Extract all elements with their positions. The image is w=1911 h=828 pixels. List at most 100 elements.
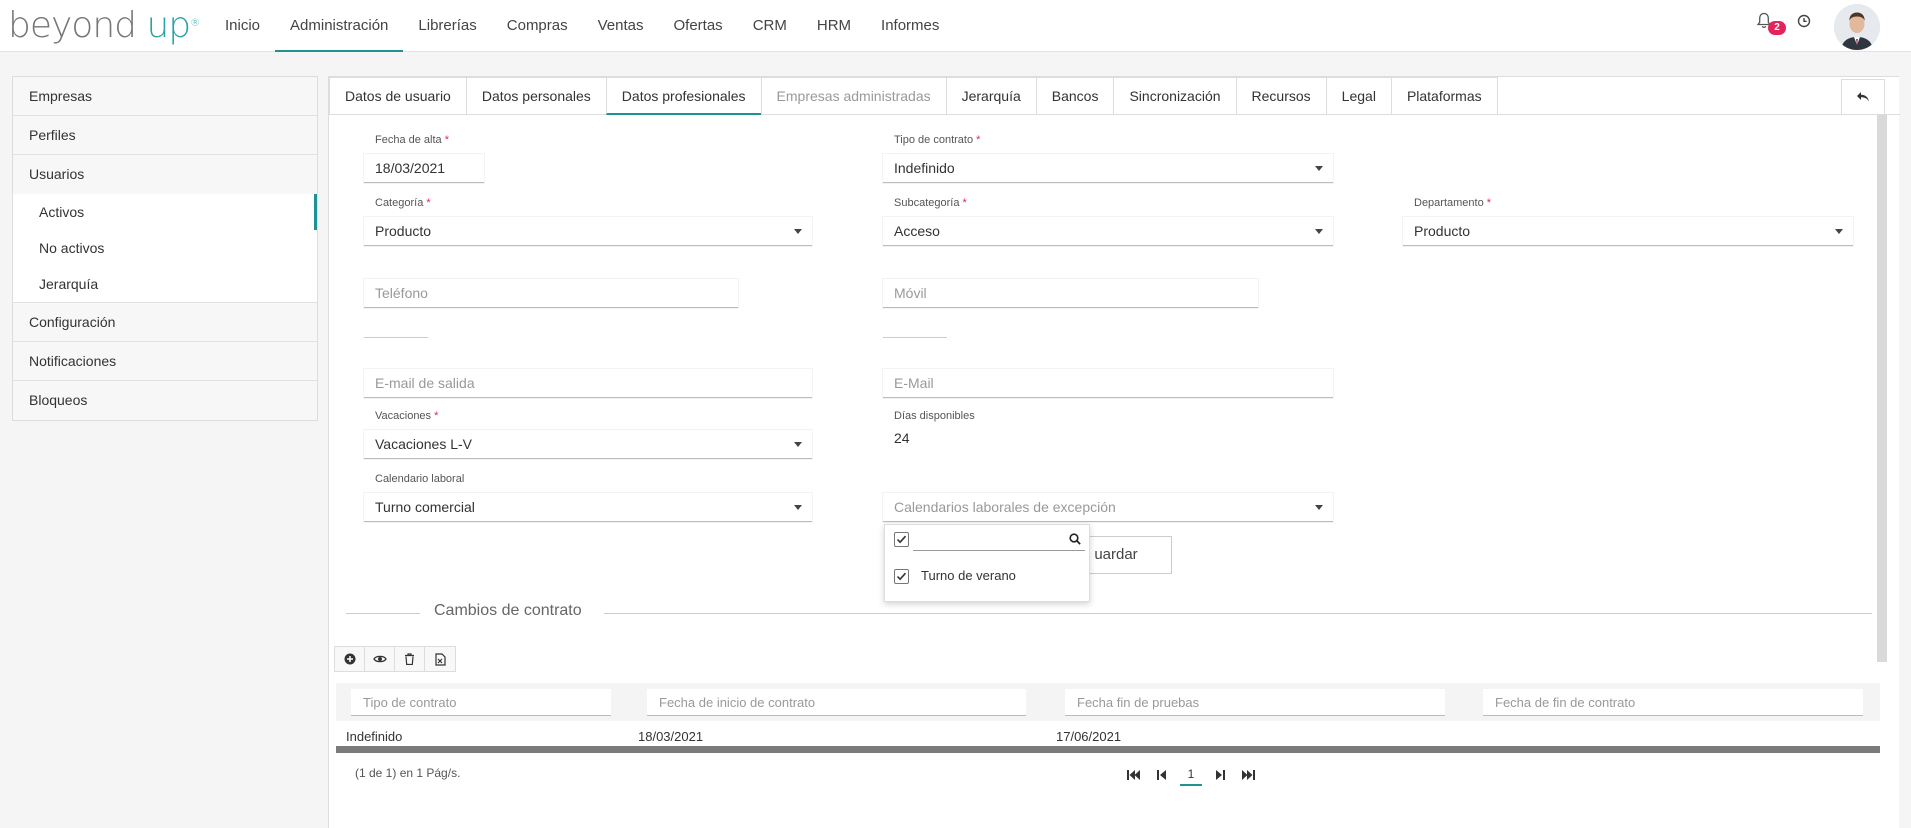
scrollbar[interactable] bbox=[1877, 115, 1887, 662]
export-excel-button[interactable] bbox=[425, 647, 455, 671]
sidebar-item-no-activos[interactable]: No activos bbox=[13, 230, 317, 266]
pagination-info: (1 de 1) en 1 Pág/s. bbox=[355, 766, 461, 780]
vacaciones-value: Vacaciones L-V bbox=[375, 436, 473, 452]
clock-icon[interactable] bbox=[1797, 14, 1811, 28]
dropdown-search-input[interactable] bbox=[913, 529, 1085, 551]
reply-icon bbox=[1857, 92, 1869, 102]
section-divider-right bbox=[604, 613, 1872, 614]
tab-datos-usuario[interactable]: Datos de usuario bbox=[329, 77, 467, 115]
logo-accent: up bbox=[146, 5, 191, 46]
first-page-button[interactable] bbox=[1120, 765, 1148, 785]
email-input[interactable]: E-Mail bbox=[883, 369, 1333, 398]
tab-datos-personales[interactable]: Datos personales bbox=[465, 77, 607, 115]
last-page-button[interactable] bbox=[1234, 765, 1262, 785]
filter-fecha-fin-pruebas[interactable]: Fecha fin de pruebas bbox=[1065, 689, 1445, 716]
view-button[interactable] bbox=[365, 647, 395, 671]
section-divider-left bbox=[346, 613, 420, 614]
categoria-select[interactable]: Producto bbox=[364, 217, 812, 246]
next-page-icon bbox=[1216, 770, 1225, 780]
option-checkbox[interactable] bbox=[894, 569, 909, 584]
tab-legal[interactable]: Legal bbox=[1325, 77, 1392, 115]
tab-sincronizacion[interactable]: Sincronización bbox=[1113, 77, 1237, 115]
nav-inicio[interactable]: Inicio bbox=[210, 0, 275, 52]
delete-icon bbox=[405, 653, 414, 665]
nav-compras[interactable]: Compras bbox=[492, 0, 583, 52]
back-button[interactable] bbox=[1841, 79, 1885, 115]
sidebar-usuarios-submenu: Activos No activos Jerarquía bbox=[13, 194, 317, 303]
nav-informes[interactable]: Informes bbox=[866, 0, 954, 52]
last-page-icon bbox=[1242, 770, 1255, 780]
tab-empresas-administradas: Empresas administradas bbox=[760, 77, 947, 115]
sidebar: Empresas Perfiles Usuarios Activos No ac… bbox=[12, 76, 318, 421]
sidebar-item-notificaciones[interactable]: Notificaciones bbox=[13, 342, 317, 381]
nav-administracion[interactable]: Administración bbox=[275, 0, 404, 52]
movil-input[interactable]: Móvil bbox=[883, 279, 1258, 308]
filter-fecha-inicio[interactable]: Fecha de inicio de contrato bbox=[647, 689, 1026, 716]
section-title: Cambios de contrato bbox=[434, 602, 582, 619]
departamento-label: Departamento * bbox=[1414, 197, 1492, 209]
grid-filter-row: Tipo de contrato Fecha de inicio de cont… bbox=[336, 683, 1880, 721]
logo[interactable]: beyond up® bbox=[8, 5, 200, 46]
subcategoria-value: Acceso bbox=[894, 223, 940, 239]
sidebar-item-empresas[interactable]: Empresas bbox=[13, 77, 317, 116]
email-salida-input[interactable]: E-mail de salida bbox=[364, 369, 812, 398]
notification-badge: 2 bbox=[1768, 21, 1786, 35]
chevron-down-icon bbox=[794, 229, 802, 234]
telefono-prefix-input[interactable] bbox=[364, 312, 428, 338]
chevron-down-icon bbox=[794, 442, 802, 447]
fecha-alta-field[interactable]: 18/03/2021 bbox=[364, 154, 484, 183]
subcategoria-select[interactable]: Acceso bbox=[883, 217, 1333, 246]
sidebar-item-activos[interactable]: Activos bbox=[13, 194, 317, 230]
calendarios-excepcion-select[interactable]: Calendarios laborales de excepción bbox=[883, 493, 1333, 522]
chevron-down-icon bbox=[794, 505, 802, 510]
nav-librerias[interactable]: Librerías bbox=[403, 0, 491, 52]
tab-jerarquia[interactable]: Jerarquía bbox=[945, 77, 1037, 115]
sidebar-item-perfiles[interactable]: Perfiles bbox=[13, 116, 317, 155]
calendario-laboral-select[interactable]: Turno comercial bbox=[364, 493, 812, 522]
add-button[interactable] bbox=[335, 647, 365, 671]
filter-fecha-fin-contrato[interactable]: Fecha de fin de contrato bbox=[1483, 689, 1863, 716]
sidebar-item-bloqueos[interactable]: Bloqueos bbox=[13, 381, 317, 420]
filter-tipo-contrato[interactable]: Tipo de contrato bbox=[351, 689, 611, 716]
dias-disponibles-label: Días disponibles bbox=[894, 410, 975, 422]
avatar[interactable] bbox=[1834, 4, 1880, 50]
pagination: 1 bbox=[1120, 764, 1262, 786]
sidebar-item-jerarquia[interactable]: Jerarquía bbox=[13, 266, 317, 302]
subcategoria-label: Subcategoría * bbox=[894, 197, 967, 209]
nav-crm[interactable]: CRM bbox=[738, 0, 802, 52]
cell-fecha-inicio: 18/03/2021 bbox=[638, 729, 704, 744]
tipo-contrato-label: Tipo de contrato * bbox=[894, 134, 981, 146]
tab-datos-profesionales[interactable]: Datos profesionales bbox=[605, 77, 762, 115]
cell-fecha-fin-pruebas: 17/06/2021 bbox=[1056, 729, 1122, 744]
next-page-button[interactable] bbox=[1206, 765, 1234, 785]
prev-page-button[interactable] bbox=[1148, 765, 1176, 785]
telefono-input[interactable]: Teléfono bbox=[364, 279, 738, 308]
movil-prefix-input[interactable] bbox=[883, 312, 947, 338]
select-all-checkbox[interactable] bbox=[894, 532, 909, 547]
calendario-laboral-label: Calendario laboral bbox=[375, 473, 465, 485]
logo-mark: ® bbox=[190, 18, 200, 29]
main-nav: Inicio Administración Librerías Compras … bbox=[210, 0, 954, 52]
fecha-alta-label: Fecha de alta * bbox=[375, 134, 449, 146]
dropdown-option-label[interactable]: Turno de verano bbox=[921, 568, 1016, 583]
vacaciones-select[interactable]: Vacaciones L-V bbox=[364, 430, 812, 459]
table-row[interactable]: Indefinido 18/03/2021 17/06/2021 bbox=[336, 721, 1880, 753]
tab-recursos[interactable]: Recursos bbox=[1235, 77, 1327, 115]
tab-plataformas[interactable]: Plataformas bbox=[1390, 77, 1498, 115]
nav-hrm[interactable]: HRM bbox=[802, 0, 866, 52]
nav-ofertas[interactable]: Ofertas bbox=[659, 0, 738, 52]
dias-disponibles-value: 24 bbox=[894, 430, 910, 446]
first-page-icon bbox=[1127, 770, 1140, 780]
chevron-down-icon bbox=[1835, 229, 1843, 234]
nav-ventas[interactable]: Ventas bbox=[583, 0, 659, 52]
delete-button[interactable] bbox=[395, 647, 425, 671]
tipo-contrato-select[interactable]: Indefinido bbox=[883, 154, 1333, 183]
sidebar-item-usuarios[interactable]: Usuarios bbox=[13, 155, 317, 194]
calendarios-excepcion-placeholder: Calendarios laborales de excepción bbox=[894, 499, 1116, 515]
check-icon bbox=[896, 535, 907, 544]
tab-bancos[interactable]: Bancos bbox=[1035, 77, 1115, 115]
page-number[interactable]: 1 bbox=[1180, 764, 1202, 786]
sidebar-item-configuracion[interactable]: Configuración bbox=[13, 303, 317, 342]
chevron-down-icon bbox=[1315, 229, 1323, 234]
departamento-select[interactable]: Producto bbox=[1403, 217, 1853, 246]
